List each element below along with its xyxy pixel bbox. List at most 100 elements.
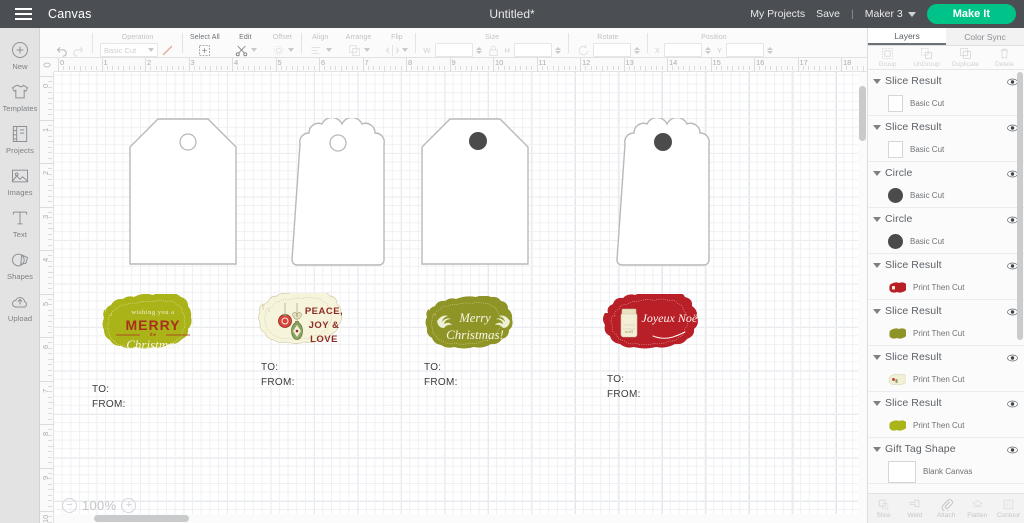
make-it-button[interactable]: Make It xyxy=(926,4,1016,24)
chevron-down-icon[interactable] xyxy=(364,48,371,52)
layer-group[interactable]: Slice Result Basic Cut xyxy=(868,116,1024,162)
ruler-horizontal[interactable]: 0 1 2 3 4 5 6 7 8 9 10 11 12 13 14 15 16 17 18 xyxy=(40,58,867,72)
layer-header[interactable]: Gift Tag Shape xyxy=(868,438,1024,460)
duplicate-button[interactable]: Duplicate xyxy=(946,46,985,69)
layer-group[interactable]: Circle Basic Cut xyxy=(868,208,1024,254)
merry-christmas-green-label[interactable]: Merry Christmas! xyxy=(422,296,525,356)
layer-swatch[interactable] xyxy=(888,95,903,112)
chevron-down-icon[interactable] xyxy=(873,400,881,406)
gift-tag-scalloped-filled-hole[interactable] xyxy=(611,118,715,267)
size-w-input[interactable] xyxy=(434,43,473,57)
sidebar-item-new[interactable]: New xyxy=(0,34,40,76)
ungroup-button[interactable]: UnGroup xyxy=(907,46,946,69)
layer-thumbnail[interactable] xyxy=(888,419,907,432)
chevron-down-icon[interactable] xyxy=(873,124,881,130)
position-y-stepper[interactable] xyxy=(766,46,773,54)
layer-group[interactable]: Gift Tag Shape Blank Canvas xyxy=(868,438,1024,484)
sidebar-item-shapes[interactable]: Shapes xyxy=(0,244,40,286)
layer-header[interactable]: Slice Result xyxy=(868,346,1024,368)
merry-christmas-olive-label[interactable]: wishing you a MERRY the Christmas xyxy=(99,294,207,360)
layer-thumbnail[interactable] xyxy=(888,327,907,340)
chevron-down-icon[interactable] xyxy=(873,308,881,314)
layer-row[interactable]: Print Then Cut xyxy=(868,276,1024,299)
layer-group[interactable]: Slice Result Print Then Cut xyxy=(868,254,1024,300)
delete-button[interactable]: Delete xyxy=(985,46,1024,69)
machine-selector[interactable]: Maker 3 xyxy=(865,8,916,20)
gift-tag-scalloped[interactable] xyxy=(286,118,390,267)
operation-select[interactable]: Basic Cut xyxy=(100,43,158,57)
layer-swatch[interactable] xyxy=(888,141,903,158)
chevron-down-icon[interactable] xyxy=(287,48,294,52)
chevron-down-icon[interactable] xyxy=(250,48,257,52)
layer-group[interactable]: Slice Result Print Then Cut xyxy=(868,300,1024,346)
ruler-vertical[interactable]: 0 1 2 3 4 5 6 7 8 9 10 xyxy=(40,58,54,523)
align-icon[interactable] xyxy=(309,43,324,58)
scissors-icon[interactable] xyxy=(234,43,249,58)
position-x-input[interactable] xyxy=(663,43,702,57)
gift-tag-angled-filled-hole[interactable] xyxy=(420,117,530,267)
layer-header[interactable]: Slice Result xyxy=(868,392,1024,414)
canvas-area[interactable]: wishing you a MERRY the Christmas PEACE,… xyxy=(40,58,867,523)
attach-tool[interactable]: Attach xyxy=(930,498,961,519)
chevron-down-icon[interactable] xyxy=(873,446,881,452)
layer-header[interactable]: Slice Result xyxy=(868,300,1024,322)
size-w-stepper[interactable] xyxy=(475,46,482,54)
layer-header[interactable]: Slice Result xyxy=(868,70,1024,92)
chevron-down-icon[interactable] xyxy=(873,216,881,222)
ruler-origin-toggle[interactable] xyxy=(40,58,54,72)
chevron-down-icon[interactable] xyxy=(873,262,881,268)
rotate-stepper[interactable] xyxy=(633,46,640,54)
flatten-tool[interactable]: Flatten xyxy=(962,498,993,519)
layer-header[interactable]: Circle xyxy=(868,208,1024,230)
redo-icon[interactable] xyxy=(70,43,85,58)
chevron-down-icon[interactable] xyxy=(873,78,881,84)
chevron-down-icon[interactable] xyxy=(325,48,332,52)
position-y-input[interactable] xyxy=(725,43,764,57)
layer-row[interactable]: Basic Cut xyxy=(868,230,1024,253)
tab-color-sync[interactable]: Color Sync xyxy=(946,28,1024,45)
layer-thumbnail[interactable] xyxy=(888,281,907,294)
rotate-icon[interactable] xyxy=(576,43,591,58)
peace-joy-love-cream-label[interactable]: PEACE, JOY & LOVE xyxy=(258,293,352,357)
layer-row[interactable]: Print Then Cut xyxy=(868,322,1024,345)
layer-swatch-circle[interactable] xyxy=(888,234,903,249)
sidebar-item-projects[interactable]: Projects xyxy=(0,118,40,160)
sidebar-item-templates[interactable]: Templates xyxy=(0,76,40,118)
chevron-down-icon[interactable] xyxy=(402,48,409,52)
size-h-input[interactable] xyxy=(513,43,552,57)
layer-swatch-canvas[interactable] xyxy=(888,460,916,483)
save-button[interactable]: Save xyxy=(816,8,840,20)
layer-header[interactable]: Circle xyxy=(868,162,1024,184)
group-button[interactable]: Group xyxy=(868,46,907,69)
chevron-down-icon[interactable] xyxy=(873,170,881,176)
gift-tag-plain-angled[interactable] xyxy=(128,117,238,267)
layer-row[interactable]: Basic Cut xyxy=(868,92,1024,115)
layers-list[interactable]: Slice Result Basic Cut Slice Result Basic C… xyxy=(868,70,1024,493)
canvas-hscrollbar[interactable] xyxy=(54,514,867,523)
lock-aspect-icon[interactable] xyxy=(486,43,501,58)
pen-color-icon[interactable] xyxy=(160,43,175,58)
flip-icon[interactable] xyxy=(385,43,400,58)
plus-circle-icon[interactable]: + xyxy=(121,498,137,513)
slice-tool[interactable]: Slice xyxy=(868,498,899,519)
layer-group[interactable]: Slice Result Basic Cut xyxy=(868,70,1024,116)
layers-scrollbar[interactable] xyxy=(1017,72,1023,493)
sidebar-item-text[interactable]: Text xyxy=(0,202,40,244)
layer-row[interactable]: Print Then Cut xyxy=(868,414,1024,437)
layer-row[interactable]: Basic Cut xyxy=(868,184,1024,207)
canvas-hscroll-thumb[interactable] xyxy=(94,515,189,522)
offset-icon[interactable] xyxy=(271,43,286,58)
minus-circle-icon[interactable]: − xyxy=(62,498,77,513)
weld-tool[interactable]: Weld xyxy=(899,498,930,519)
canvas-vscrollbar[interactable] xyxy=(858,72,867,514)
tab-layers[interactable]: Layers xyxy=(868,28,946,45)
layer-row[interactable]: Print Then Cut xyxy=(868,368,1024,391)
layer-thumbnail[interactable] xyxy=(888,373,907,386)
rotate-input[interactable] xyxy=(592,43,631,57)
layer-group[interactable]: Circle Basic Cut xyxy=(868,162,1024,208)
layer-swatch-circle[interactable] xyxy=(888,188,903,203)
canvas-vscroll-thumb[interactable] xyxy=(859,86,866,141)
layer-group[interactable]: Slice Result Print Then Cut xyxy=(868,392,1024,438)
sidebar-item-images[interactable]: Images xyxy=(0,160,40,202)
select-all-icon[interactable] xyxy=(197,43,212,58)
